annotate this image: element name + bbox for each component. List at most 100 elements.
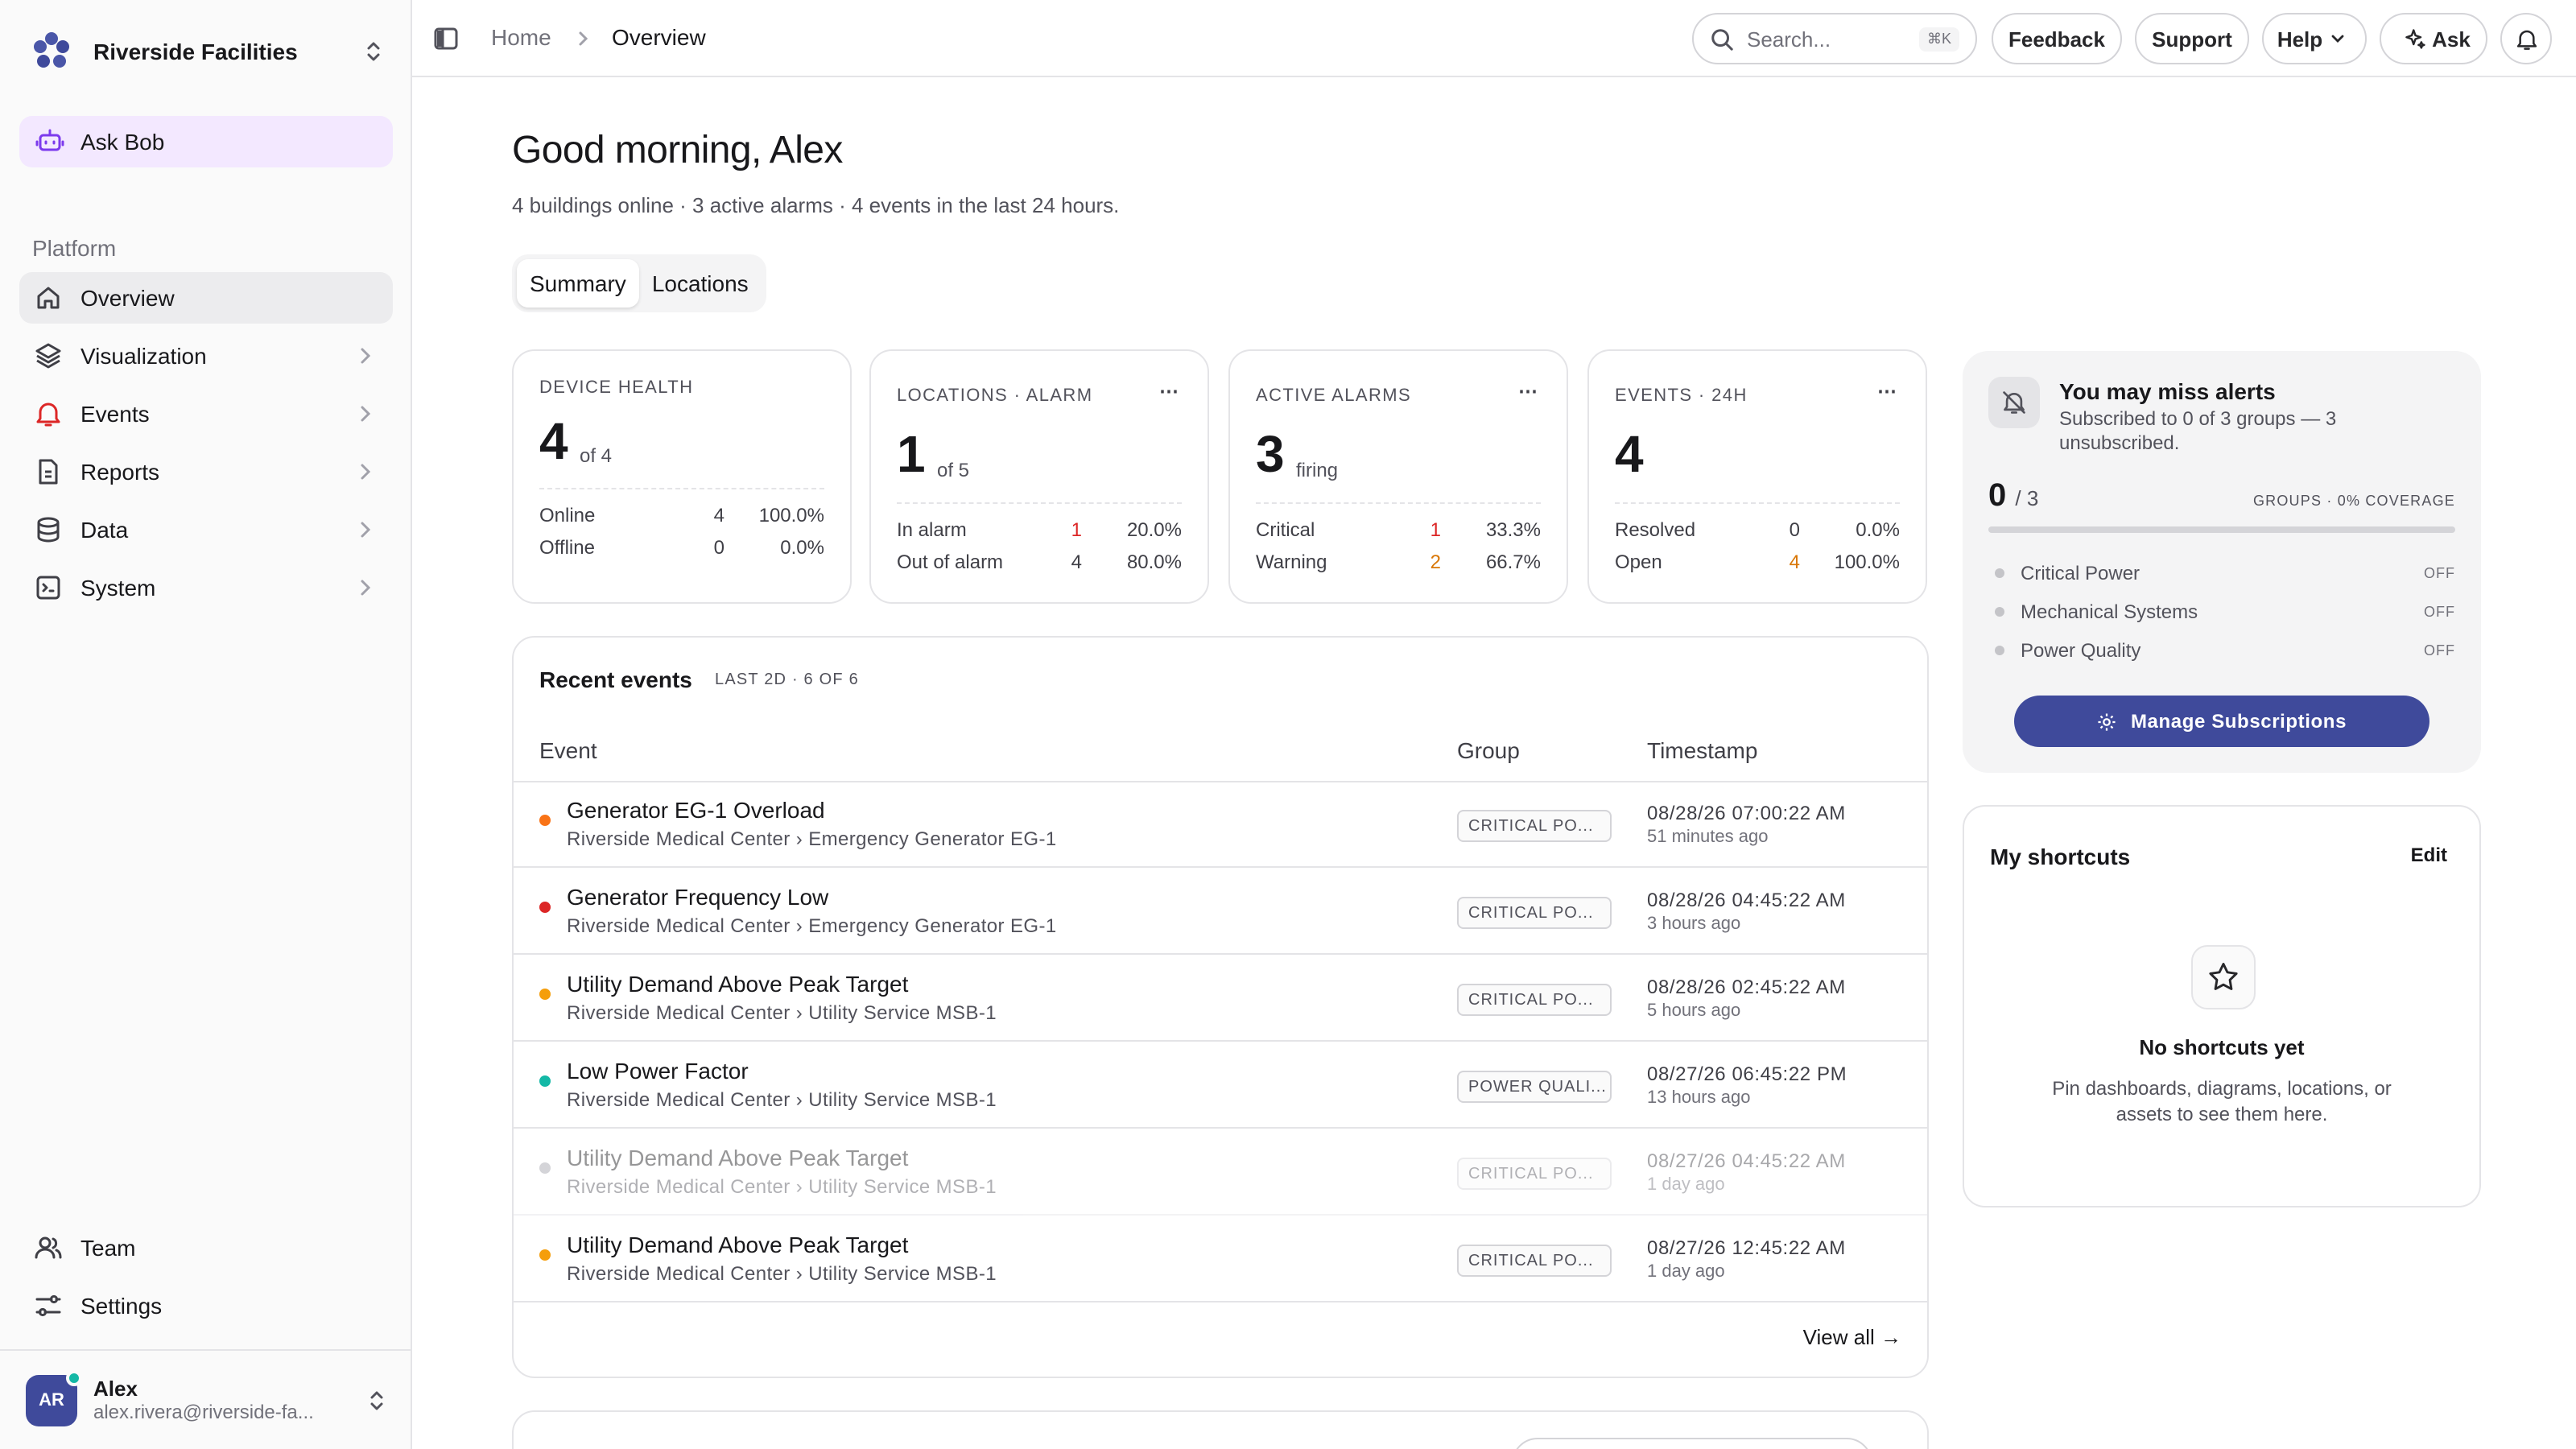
bell-icon xyxy=(32,398,64,430)
user-info: Alex alex.rivera@riverside-fa... xyxy=(93,1377,364,1423)
subscribed-count-value: 0 xyxy=(1988,478,2007,514)
stat-row-name: Offline xyxy=(539,536,595,559)
stat-row-name: Out of alarm xyxy=(897,551,1004,573)
sidebar-item-system[interactable]: System xyxy=(19,562,393,613)
online-status-dot xyxy=(66,1370,82,1386)
stat-row-name: Warning xyxy=(1256,551,1327,573)
stat-divider xyxy=(1615,502,1900,504)
notifications-button[interactable] xyxy=(2500,13,2552,64)
table-row[interactable]: Generator Frequency Low Riverside Medica… xyxy=(514,869,1927,955)
table-row[interactable]: Utility Demand Above Peak Target Riversi… xyxy=(514,1130,1927,1216)
stat-label: EVENTS · 24H xyxy=(1615,386,1748,406)
ask-bob-button[interactable]: Ask Bob xyxy=(19,116,393,167)
workspace-name: Riverside Facilities xyxy=(93,39,298,64)
tab-summary[interactable]: Summary xyxy=(517,259,639,308)
chevron-up-down-icon xyxy=(367,42,380,61)
stat-row-count: 0 xyxy=(713,536,724,559)
chevron-right-icon xyxy=(361,348,371,364)
event-ago: 3 hours ago xyxy=(1647,914,1741,934)
breadcrumb-separator-icon xyxy=(579,31,588,46)
event-name: Generator Frequency Low xyxy=(567,884,829,910)
breadcrumb-home[interactable]: Home xyxy=(491,24,551,50)
group-status-dot xyxy=(1995,568,2004,578)
alert-group-item: Critical Power OFF xyxy=(1988,559,2455,588)
sidebar-item-label: Events xyxy=(80,401,150,427)
sidebar-toggle-icon[interactable] xyxy=(431,24,460,53)
platform-section-label: Platform xyxy=(32,235,117,261)
sidebar-item-data[interactable]: Data xyxy=(19,504,393,555)
group-badge: CRITICAL PO... xyxy=(1457,1158,1612,1190)
search-input[interactable] xyxy=(1747,27,1908,51)
stat-row-name: Open xyxy=(1615,551,1662,573)
stat-row: Resolved 0 0.0% xyxy=(1615,518,1900,544)
sidebar-item-label: Visualization xyxy=(80,343,207,369)
sidebar-item-reports[interactable]: Reports xyxy=(19,446,393,497)
table-row[interactable]: Utility Demand Above Peak Target Riversi… xyxy=(514,956,1927,1042)
breadcrumb-current: Overview xyxy=(612,24,706,50)
event-timestamp: 08/27/26 12:45:22 AM xyxy=(1647,1236,1846,1259)
event-ago: 51 minutes ago xyxy=(1647,828,1769,847)
stat-row: Open 4 100.0% xyxy=(1615,551,1900,576)
stat-of: firing xyxy=(1296,459,1339,481)
search-box[interactable]: ⌘K xyxy=(1692,13,1977,64)
stat-row-count: 1 xyxy=(1430,518,1441,541)
alert-group-item: Power Quality OFF xyxy=(1988,636,2455,665)
edit-shortcuts-button[interactable]: Edit xyxy=(2411,844,2447,866)
sidebar-item-settings[interactable]: Settings xyxy=(19,1280,393,1331)
manage-subscriptions-label: Manage Subscriptions xyxy=(2130,710,2347,733)
stat-value: 1 xyxy=(897,425,926,483)
tab-locations[interactable]: Locations xyxy=(639,259,762,308)
event-path: Riverside Medical Center › Utility Servi… xyxy=(567,1088,997,1111)
more-options-icon[interactable]: ⋯ xyxy=(1159,380,1179,402)
user-menu[interactable]: AR Alex alex.rivera@riverside-fa... xyxy=(26,1370,390,1430)
sidebar-item-label: System xyxy=(80,575,156,601)
sidebar-item-team[interactable]: Team xyxy=(19,1222,393,1274)
group-status-dot xyxy=(1995,607,2004,617)
page-title: Good morning, Alex xyxy=(512,129,843,172)
event-name: Utility Demand Above Peak Target xyxy=(567,1145,909,1170)
help-button[interactable]: Help xyxy=(2262,13,2367,64)
search-shortcut: ⌘K xyxy=(1918,27,1959,51)
group-status-dot xyxy=(1995,646,2004,655)
table-row[interactable]: Low Power Factor Riverside Medical Cente… xyxy=(514,1043,1927,1129)
stat-row: Offline 0 0.0% xyxy=(539,536,824,562)
table-row[interactable]: Generator EG-1 Overload Riverside Medica… xyxy=(514,782,1927,868)
stat-value: 3 xyxy=(1256,425,1285,483)
stat-row-pct: 100.0% xyxy=(758,504,824,526)
sidebar-item-events[interactable]: Events xyxy=(19,388,393,440)
manage-subscriptions-button[interactable]: Manage Subscriptions xyxy=(2014,696,2429,747)
sidebar-item-label: Team xyxy=(80,1235,136,1261)
support-button[interactable]: Support xyxy=(2135,13,2249,64)
more-options-icon[interactable]: ⋯ xyxy=(1877,380,1897,402)
more-options-icon[interactable]: ⋯ xyxy=(1518,380,1538,402)
group-badge: CRITICAL PO... xyxy=(1457,984,1612,1016)
event-name: Low Power Factor xyxy=(567,1058,749,1084)
event-timestamp: 08/28/26 07:00:22 AM xyxy=(1647,802,1846,824)
stat-row-pct: 66.7% xyxy=(1485,551,1541,573)
ask-bob-label: Ask Bob xyxy=(80,129,165,155)
event-name: Generator EG-1 Overload xyxy=(567,797,825,823)
active-alarms-card: ACTIVE ALARMS ⋯ 3 firing Critical 1 33.3% … xyxy=(1228,349,1568,604)
workspace-switcher[interactable]: Riverside Facilities xyxy=(26,26,386,77)
sidebar-item-label: Overview xyxy=(80,285,175,311)
stat-row-name: Resolved xyxy=(1615,518,1696,541)
avatar: AR xyxy=(26,1370,82,1426)
stat-row-pct: 80.0% xyxy=(1126,551,1182,573)
sidebar-item-overview[interactable]: Overview xyxy=(19,272,393,324)
view-all-link[interactable]: View all → xyxy=(1803,1325,1901,1349)
subscribed-total: / 3 xyxy=(2015,486,2039,510)
event-ago: 1 day ago xyxy=(1647,1175,1725,1195)
section-control[interactable] xyxy=(1512,1438,1872,1449)
main-content: Good morning, Alex 4 buildings online · … xyxy=(412,77,2576,1449)
stat-divider xyxy=(897,502,1182,504)
bot-icon xyxy=(35,129,64,151)
stat-label: ACTIVE ALARMS xyxy=(1256,386,1412,406)
ask-button[interactable]: Ask xyxy=(2380,13,2487,64)
feedback-button[interactable]: Feedback xyxy=(1992,13,2122,64)
stat-of: of 5 xyxy=(937,459,970,481)
stat-row-count: 1 xyxy=(1071,518,1082,541)
table-row[interactable]: Utility Demand Above Peak Target Riversi… xyxy=(514,1217,1927,1302)
sidebar-item-visualization[interactable]: Visualization xyxy=(19,330,393,382)
stat-row-pct: 0.0% xyxy=(1856,518,1900,541)
ask-label: Ask xyxy=(2432,27,2471,51)
